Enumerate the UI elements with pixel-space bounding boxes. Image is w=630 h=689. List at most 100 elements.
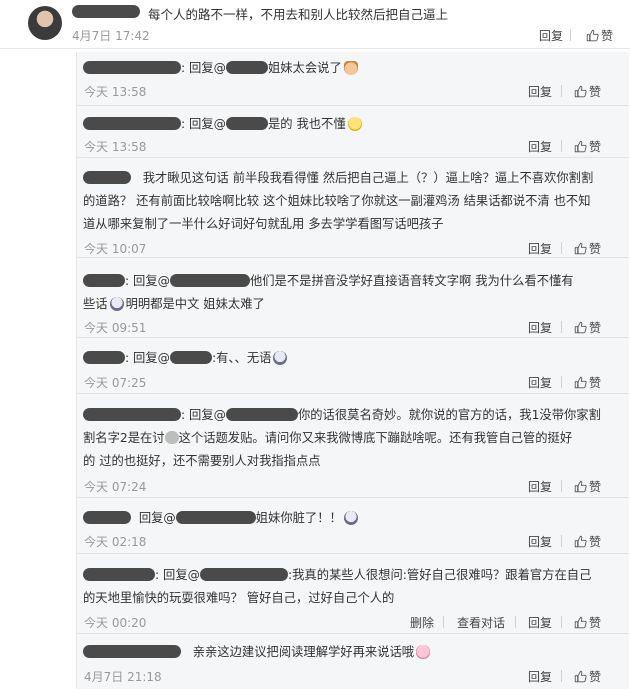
- mention-redacted[interactable]: [199, 568, 288, 581]
- username-redacted[interactable]: [83, 351, 125, 364]
- like-button[interactable]: 赞: [586, 27, 613, 44]
- username-redacted[interactable]: [83, 117, 181, 130]
- like-label: 赞: [589, 376, 602, 390]
- smile-emoji-icon: [347, 117, 362, 131]
- username-redacted[interactable]: [83, 171, 131, 184]
- reply-prefix: : 回复@: [181, 61, 226, 75]
- reply-button[interactable]: 回复: [528, 138, 552, 155]
- comment-time: 4月7日 17:42: [72, 29, 150, 43]
- reply-item: 回复@ 姐妹你脏了！！ 今天 02:18 回复 赞: [77, 498, 629, 554]
- like-button[interactable]: 赞: [574, 240, 601, 257]
- dizzy-emoji-icon: [109, 297, 124, 311]
- username-redacted[interactable]: [72, 5, 140, 18]
- reply-button[interactable]: 回复: [528, 374, 552, 391]
- reply-item: 我才瞅见这句话 前半段我看得懂 然后把自己逼上（？）逼上啥？逼上不喜欢你割割 的…: [77, 158, 629, 258]
- like-button[interactable]: 赞: [574, 478, 601, 495]
- reply-prefix: 回复@: [138, 511, 176, 525]
- divider: [443, 616, 444, 628]
- comment-text: 每个人的路不一样，不用去和别人比较然后把自己逼上: [148, 7, 449, 22]
- reply-text: :有、、无语: [211, 351, 272, 365]
- censored-mark: [164, 431, 179, 444]
- reply-button[interactable]: 回复: [528, 668, 552, 685]
- username-redacted[interactable]: [83, 568, 155, 581]
- reply-text: 割名字2是在讨: [83, 431, 165, 445]
- divider: [561, 321, 562, 333]
- username-redacted[interactable]: [83, 511, 131, 524]
- reply-text: 是的 我也不懂: [267, 117, 346, 131]
- like-button[interactable]: 赞: [574, 533, 601, 550]
- like-label: 赞: [589, 321, 602, 335]
- reply-text: 这个话题发贴。请问你又来我微博底下蹦跶啥呢。还有我管自己管的挺好: [178, 431, 573, 445]
- reply-time: 今天 07:25: [84, 376, 147, 390]
- like-button[interactable]: 赞: [574, 614, 601, 631]
- like-button[interactable]: 赞: [574, 374, 601, 391]
- thumbs-up-icon: [586, 29, 599, 42]
- reply-time: 今天 13:58: [84, 140, 147, 154]
- username-redacted[interactable]: [83, 645, 181, 658]
- reply-text-line2: 的天地里愉快的玩耍很难吗？ 管好自己，过好自己个人的: [83, 591, 395, 605]
- reply-item: : 回复@ 姐妹太会说了 今天 13:58 回复 赞: [77, 52, 629, 106]
- reply-item: : 回复@ 你的话很莫名奇妙。就你说的官方的话，我1没带你家割 割名字2是在讨 这个…: [77, 394, 629, 498]
- reply-item: : 回复@:我真的某些人很想问:管好自己很难吗？跟着官方在自己 的天地里愉快的玩…: [77, 554, 629, 634]
- username-redacted[interactable]: [83, 61, 181, 74]
- reply-time: 今天 02:18: [84, 535, 147, 549]
- reply-time: 今天 00:20: [84, 616, 147, 630]
- reply-button[interactable]: 回复: [528, 319, 552, 336]
- divider: [515, 616, 516, 628]
- divider: [561, 376, 562, 388]
- like-button[interactable]: 赞: [574, 319, 601, 336]
- reply-button[interactable]: 回复: [528, 614, 552, 631]
- reply-button[interactable]: 回复: [539, 27, 563, 44]
- thumbs-up-icon: [574, 480, 587, 493]
- reply-text: 姐妹太会说了: [267, 61, 342, 75]
- like-label: 赞: [601, 29, 614, 43]
- reply-prefix: : 回复@: [181, 117, 226, 131]
- mention-redacted[interactable]: [225, 61, 268, 74]
- like-label: 赞: [589, 670, 602, 684]
- mention-redacted[interactable]: [225, 117, 268, 130]
- divider: [570, 29, 571, 41]
- thumbs-up-icon: [574, 616, 587, 629]
- like-label: 赞: [589, 535, 602, 549]
- reply-button[interactable]: 回复: [528, 478, 552, 495]
- reply-text: 他们是不是拼音没学好直接语音转文字啊 我为什么看不懂有: [249, 274, 574, 288]
- reply-text: 些话: [83, 297, 108, 311]
- like-button[interactable]: 赞: [574, 668, 601, 685]
- divider: [561, 242, 562, 254]
- reply-time: 4月7日 21:18: [84, 670, 162, 684]
- reply-time: 今天 07:24: [84, 480, 147, 494]
- thumbs-up-icon: [574, 670, 587, 683]
- username-redacted[interactable]: [83, 408, 181, 421]
- like-label: 赞: [589, 85, 602, 99]
- reply-button[interactable]: 回复: [528, 240, 552, 257]
- reply-text: 亲亲这边建议把阅读理解学好再来说话哦: [192, 645, 415, 659]
- mention-redacted[interactable]: [175, 511, 256, 524]
- reply-text-line2: 的道路？ 还有前面比较啥啊比较 这个姐妹比较啥了你就这一副灌鸡汤 结果话都说不清…: [83, 194, 591, 208]
- divider: [561, 670, 562, 682]
- username-redacted[interactable]: [83, 274, 125, 287]
- thumbs-up-icon: [574, 321, 587, 334]
- like-label: 赞: [589, 480, 602, 494]
- reply-prefix: : 回复@: [125, 274, 170, 288]
- like-button[interactable]: 赞: [574, 138, 601, 155]
- reply-button[interactable]: 回复: [528, 533, 552, 550]
- mention-redacted[interactable]: [225, 408, 298, 421]
- reply-item: : 回复@ 是的 我也不懂 今天 13:58 回复 赞: [77, 106, 629, 158]
- mention-redacted[interactable]: [169, 274, 250, 287]
- mention-redacted[interactable]: [169, 351, 212, 364]
- thumbs-up-icon: [574, 376, 587, 389]
- reply-button[interactable]: 回复: [528, 83, 552, 100]
- like-button[interactable]: 赞: [574, 83, 601, 100]
- divider: [561, 480, 562, 492]
- divider: [561, 535, 562, 547]
- avatar[interactable]: [28, 6, 62, 40]
- delete-button[interactable]: 删除: [410, 614, 434, 631]
- reply-time: 今天 09:51: [84, 321, 147, 335]
- reply-prefix: : 回复@: [181, 408, 226, 422]
- reply-item: : 回复@:有、、无语 今天 07:25 回复 赞: [77, 338, 629, 394]
- speechless-emoji-icon: [273, 351, 288, 365]
- divider: [561, 140, 562, 152]
- view-conversation-button[interactable]: 查看对话: [457, 614, 505, 631]
- like-label: 赞: [589, 242, 602, 256]
- reply-item: 亲亲这边建议把阅读理解学好再来说话哦 4月7日 21:18 回复 赞: [77, 634, 617, 689]
